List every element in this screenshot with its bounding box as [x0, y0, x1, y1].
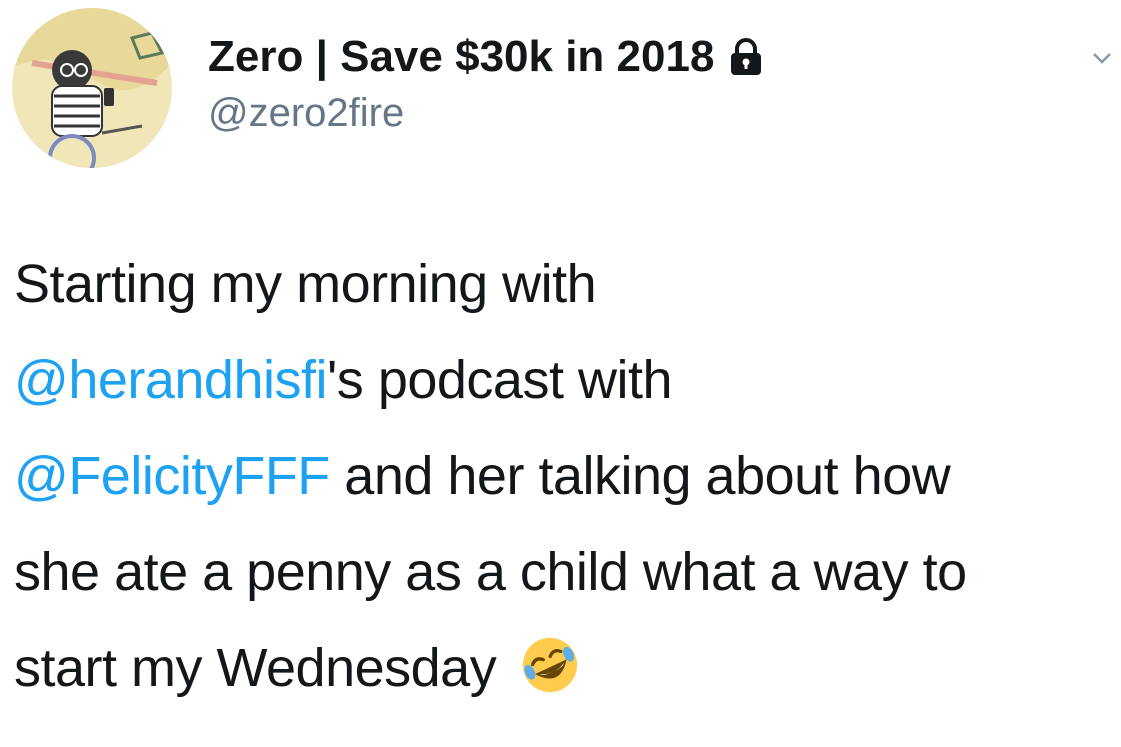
tweet-text-segment: start my Wednesday: [14, 638, 497, 698]
mention-link-herandhisfi[interactable]: @herandhisfi: [14, 350, 328, 410]
rolling-on-floor-laughing-emoji-icon: [522, 637, 577, 693]
avatar-illustration: [12, 8, 172, 168]
chevron-down-icon[interactable]: [1092, 48, 1112, 68]
user-handle[interactable]: @zero2fire: [208, 90, 404, 136]
tweet-line-5: start my Wednesday: [14, 620, 1121, 716]
tweet-text-segment: Starting my morning with: [14, 254, 597, 314]
tweet-header: Zero | Save $30k in 2018 @zero2fire: [12, 8, 1112, 168]
tweet-line-1: Starting my morning with: [14, 236, 1121, 332]
tweet-line-3: @FelicityFFF and her talking about how: [14, 428, 1121, 524]
tweet-text-segment: 's podcast with: [327, 350, 672, 410]
tweet-text: Starting my morning with @herandhisfi's …: [14, 236, 1121, 716]
tweet-text-segment: she ate a penny as a child what a way to: [14, 542, 967, 602]
lock-icon: [731, 38, 762, 75]
tweet-line-4: she ate a penny as a child what a way to: [14, 524, 1121, 620]
tweet-line-2: @herandhisfi's podcast with: [14, 332, 1121, 428]
display-name[interactable]: Zero | Save $30k in 2018: [208, 32, 764, 82]
display-name-text[interactable]: Zero | Save $30k in 2018: [208, 32, 714, 82]
mention-link-felicityfff[interactable]: @FelicityFFF: [14, 446, 330, 506]
avatar[interactable]: [12, 8, 172, 168]
tweet-text-segment: and her talking about how: [329, 446, 951, 506]
